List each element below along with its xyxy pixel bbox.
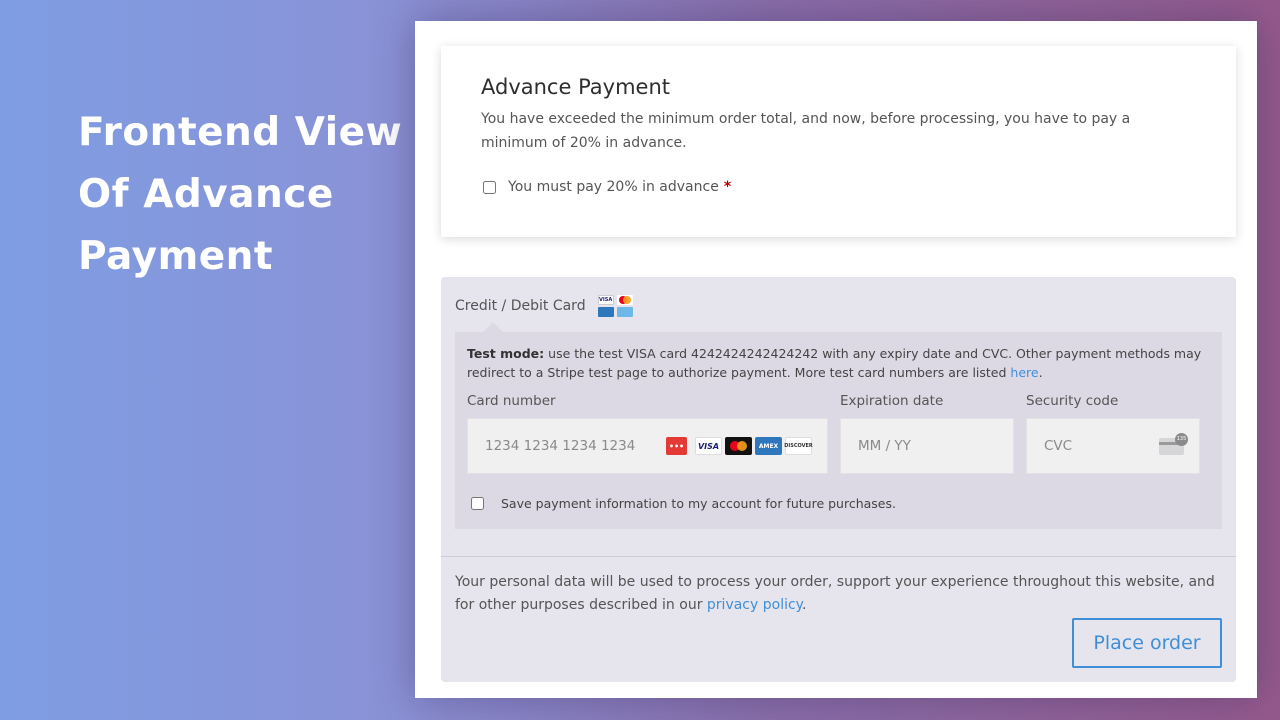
privacy-end: .	[801, 597, 807, 613]
advance-payment-checkbox-label: You must pay 20% in advance	[508, 179, 719, 195]
stripe-card-form: Test mode: use the test VISA card 424242…	[455, 322, 1222, 529]
security-code-input[interactable]	[1042, 437, 1159, 455]
test-mode-text: use the test VISA card 4242424242424242 …	[467, 346, 1202, 380]
card-number-input[interactable]	[483, 437, 666, 455]
checkout-panel: Advance Payment You have exceeded the mi…	[415, 21, 1257, 698]
card-number-label: Card number	[467, 393, 556, 409]
promo-heading-line: Frontend View	[78, 110, 403, 155]
card-icon	[616, 307, 633, 317]
link-dots-icon: •••	[666, 437, 687, 455]
advance-payment-agree[interactable]: You must pay 20% in advance *	[483, 176, 731, 198]
mastercard-icon	[725, 437, 752, 455]
payment-method-label: Credit / Debit Card	[455, 298, 586, 314]
promo-heading-line: Of Advance	[78, 172, 334, 217]
cvc-badge: 135	[1175, 432, 1188, 446]
visa-icon: VISA	[695, 437, 722, 455]
promo-heading: Frontend View Of Advance Payment	[78, 102, 408, 288]
expiry-label: Expiration date	[840, 393, 944, 409]
discover-icon: DISCOVER	[784, 437, 813, 455]
visa-icon: VISA	[597, 295, 614, 305]
test-mode-notice: Test mode: use the test VISA card 424242…	[467, 344, 1212, 382]
advance-payment-description: You have exceeded the minimum order tota…	[481, 111, 1131, 151]
cvc-card-icon: 135	[1159, 432, 1188, 455]
required-mark: *	[723, 179, 732, 195]
card-brand-icons: ••• VISA AMEX DISCOVER	[666, 437, 813, 455]
test-mode-end: .	[1038, 365, 1043, 380]
privacy-text: Your personal data will be used to proce…	[455, 574, 1215, 613]
save-payment-label: Save payment information to my account f…	[501, 495, 896, 511]
privacy-policy-link[interactable]: privacy policy	[707, 597, 802, 613]
card-number-field[interactable]: ••• VISA AMEX DISCOVER	[467, 418, 828, 474]
place-order-button[interactable]: Place order	[1072, 618, 1222, 668]
mastercard-icon	[616, 295, 633, 305]
security-code-label: Security code	[1026, 393, 1119, 409]
payment-method-icons: VISA	[597, 295, 633, 317]
test-cards-link[interactable]: here	[1010, 365, 1038, 380]
test-mode-label: Test mode:	[467, 346, 545, 361]
payment-method-card[interactable]: Credit / Debit Card VISA	[455, 293, 633, 319]
amex-icon	[597, 307, 614, 317]
save-payment-checkbox[interactable]	[471, 496, 484, 510]
advance-payment-title: Advance Payment	[481, 75, 671, 99]
promo-heading-line: Payment	[78, 234, 274, 279]
advance-payment-checkbox[interactable]	[483, 180, 496, 194]
advance-payment-card: Advance Payment You have exceeded the mi…	[441, 46, 1236, 237]
save-payment-row[interactable]: Save payment information to my account f…	[469, 494, 896, 512]
security-code-field[interactable]: 135	[1026, 418, 1200, 474]
privacy-notice: Your personal data will be used to proce…	[455, 571, 1215, 617]
expiry-input[interactable]	[856, 437, 998, 455]
expiry-field[interactable]	[840, 418, 1014, 474]
divider	[441, 556, 1236, 557]
amex-icon: AMEX	[755, 437, 782, 455]
payment-box: Credit / Debit Card VISA Test mode: use …	[441, 277, 1236, 682]
